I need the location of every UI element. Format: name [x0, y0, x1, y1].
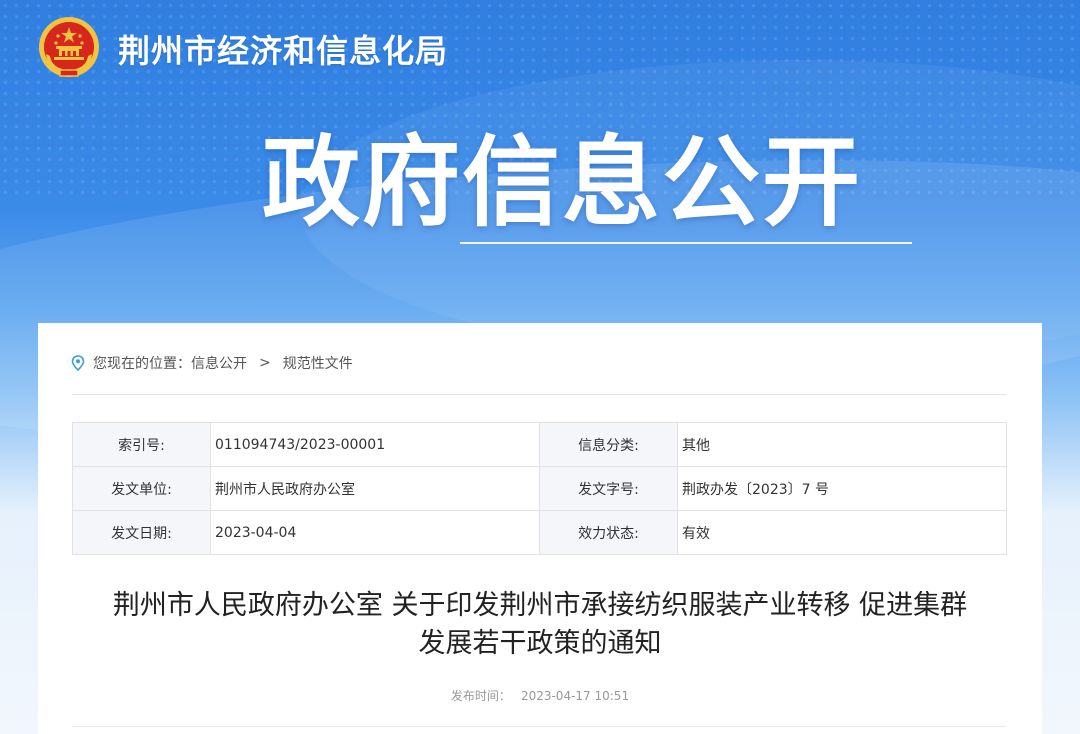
breadcrumb-prefix: 您现在的位置： — [93, 356, 191, 372]
meta-value-index: 011094743/2023-00001 — [210, 422, 540, 467]
publish-time: 2023-04-17 10:51 — [520, 689, 630, 703]
national-emblem-icon[interactable] — [36, 14, 102, 80]
hero-underline — [460, 242, 912, 244]
breadcrumb-separator: > — [259, 355, 271, 371]
site-name[interactable]: 荆州市经济和信息化局 — [118, 26, 448, 72]
document-title-line2: 发展若干政策的通知 — [418, 628, 662, 659]
location-pin-icon — [71, 355, 85, 371]
document-meta-table: 索引号: 011094743/2023-00001 信息分类: 其他 发文单位:… — [72, 422, 1007, 555]
meta-label-index: 索引号: — [72, 422, 211, 467]
document-title-line1: 荆州市人民政府办公室 关于印发荆州市承接纺织服装产业转移 促进集群 — [112, 590, 968, 621]
meta-value-issue-date: 2023-04-04 — [210, 510, 540, 555]
publish-label: 发布时间： — [450, 689, 511, 703]
meta-value-validity: 有效 — [677, 510, 1007, 555]
meta-label-validity: 效力状态: — [539, 510, 678, 555]
meta-value-doc-number: 荆政办发〔2023〕7 号 — [677, 466, 1007, 511]
breadcrumb: 您现在的位置： 信息公开 > 规范性文件 — [71, 353, 353, 373]
meta-label-category: 信息分类: — [539, 422, 678, 467]
hero-title: 政府信息公开 — [262, 126, 863, 240]
document-title: 荆州市人民政府办公室 关于印发荆州市承接纺织服装产业转移 促进集群 发展若干政策… — [38, 587, 1042, 663]
meta-label-doc-number: 发文字号: — [539, 466, 678, 511]
breadcrumb-divider — [72, 394, 1006, 395]
meta-label-issuer: 发文单位: — [72, 466, 211, 511]
meta-label-issue-date: 发文日期: — [72, 510, 211, 555]
content-card: 您现在的位置： 信息公开 > 规范性文件 索引号: 011094743/2023… — [38, 323, 1042, 734]
table-row: 发文单位: 荆州市人民政府办公室 发文字号: 荆政办发〔2023〕7 号 — [72, 466, 1007, 511]
publish-info: 发布时间： 2023-04-17 10:51 — [38, 687, 1042, 704]
table-row: 发文日期: 2023-04-04 效力状态: 有效 — [72, 510, 1007, 555]
meta-value-category: 其他 — [677, 422, 1007, 467]
content-divider — [72, 726, 1006, 727]
table-row: 索引号: 011094743/2023-00001 信息分类: 其他 — [72, 422, 1007, 467]
breadcrumb-item-normative-documents[interactable]: 规范性文件 — [283, 353, 353, 373]
meta-value-issuer: 荆州市人民政府办公室 — [210, 466, 540, 511]
breadcrumb-item-info-disclosure[interactable]: 信息公开 — [191, 353, 247, 373]
